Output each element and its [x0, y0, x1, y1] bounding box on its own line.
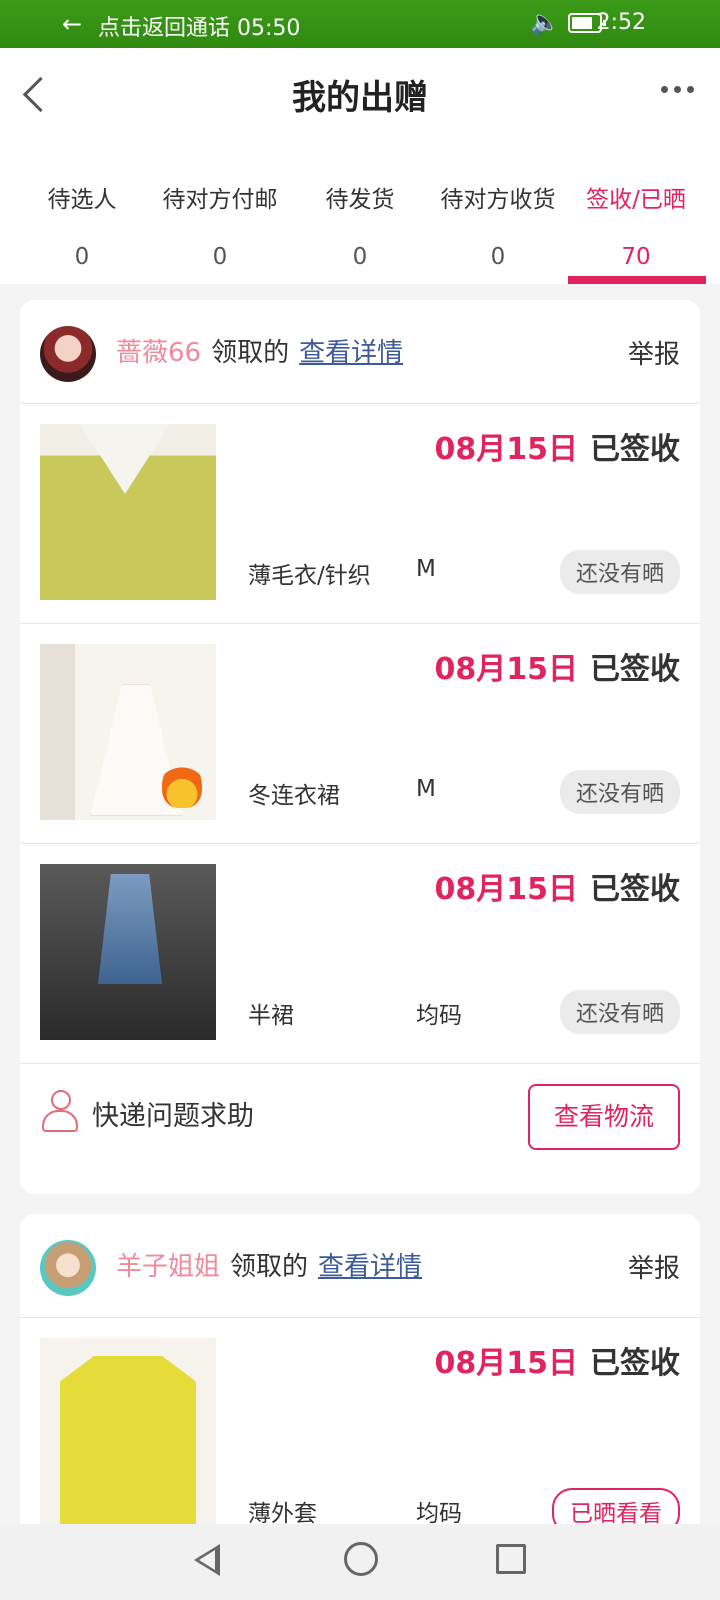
clock: 2:52: [596, 10, 646, 35]
back-arrow-icon[interactable]: ←: [62, 10, 82, 38]
tab-count: 70: [621, 244, 651, 270]
share-status-badge: 还没有晒: [559, 550, 680, 594]
list-item[interactable]: 08月15日 已签收 薄外套 均码 已晒看看: [20, 1318, 700, 1534]
system-nav-bar: [0, 1524, 720, 1600]
item-status: 已签收: [590, 432, 680, 467]
item-status: 已签收: [590, 1346, 680, 1381]
return-to-call-text[interactable]: 点击返回通话 05:50: [98, 10, 300, 42]
nav-back-icon[interactable]: [190, 1542, 226, 1578]
list-item[interactable]: 08月15日 已签收 冬连衣裙 M 还没有晒: [20, 624, 700, 844]
report-button[interactable]: 举报: [628, 1248, 680, 1285]
tab-count: 0: [490, 244, 506, 270]
avatar[interactable]: [40, 326, 96, 382]
item-status: 已签收: [590, 652, 680, 687]
item-size: 均码: [416, 1003, 462, 1029]
recipient-name[interactable]: 蔷薇66: [116, 332, 201, 369]
list-item[interactable]: 08月15日 已签收 半裙 均码 还没有晒: [20, 844, 700, 1064]
item-date: 08月15日: [434, 652, 579, 687]
nav-home-icon[interactable]: [344, 1542, 378, 1576]
item-image[interactable]: [40, 424, 216, 600]
recipient-line: 羊子姐姐 领取的 查看详情: [116, 1246, 422, 1283]
gift-card: 羊子姐姐 领取的 查看详情 举报 08月15日 已签收 薄外套 均码 已晒看看: [20, 1214, 700, 1534]
share-status-badge: 还没有晒: [559, 990, 680, 1034]
page-title: 我的出赠: [292, 78, 428, 118]
tab-label: 待选人: [47, 187, 117, 213]
card-header: 羊子姐姐 领取的 查看详情 举报: [20, 1214, 700, 1318]
item-date-status: 08月15日 已签收: [435, 1338, 681, 1382]
received-label: 领取的: [211, 338, 290, 368]
item-image[interactable]: [40, 1338, 216, 1534]
tab-count: 0: [212, 244, 228, 270]
header: 我的出赠: [0, 48, 720, 144]
list-item[interactable]: 08月15日 已签收 薄毛衣/针织 M 还没有晒: [20, 404, 700, 624]
share-status-badge: 还没有晒: [559, 770, 680, 814]
card-footer: 快递问题求助 查看物流: [20, 1064, 700, 1174]
gift-card: 蔷薇66 领取的 查看详情 举报 08月15日 已签收 薄毛衣/针织 M 还没有…: [20, 300, 700, 1194]
item-date: 08月15日: [434, 1346, 579, 1381]
view-logistics-button[interactable]: 查看物流: [528, 1084, 680, 1150]
item-size: M: [416, 776, 436, 802]
recipient-name[interactable]: 羊子姐姐: [116, 1246, 220, 1283]
volume-icon: 🔈: [530, 8, 560, 36]
report-button[interactable]: 举报: [628, 334, 680, 371]
item-size: M: [416, 556, 436, 582]
status-bar: ← 点击返回通话 05:50 🔈 2:52: [0, 0, 720, 48]
tab-pending-select[interactable]: 待选人 0: [14, 180, 150, 270]
item-image[interactable]: [40, 644, 216, 820]
tab-bar: 待选人 0 待对方付邮 0 待发货 0 待对方收货 0 签收/已晒 70: [0, 144, 720, 284]
avatar[interactable]: [40, 1240, 96, 1296]
item-category: 半裙: [248, 1003, 294, 1029]
nav-recent-icon[interactable]: [496, 1544, 526, 1574]
tab-received-shared[interactable]: 签收/已晒 70: [568, 180, 704, 270]
delivery-help-link[interactable]: 快递问题求助: [92, 1094, 254, 1133]
view-details-link[interactable]: 查看详情: [318, 1246, 422, 1283]
item-size: 均码: [416, 1501, 462, 1527]
card-header: 蔷薇66 领取的 查看详情 举报: [20, 300, 700, 404]
item-date-status: 08月15日 已签收: [435, 424, 681, 468]
received-label: 领取的: [230, 1252, 309, 1282]
item-image[interactable]: [40, 864, 216, 1040]
user-icon: [42, 1090, 78, 1132]
item-category: 冬连衣裙: [248, 783, 340, 809]
tab-label: 签收/已晒: [586, 187, 686, 213]
item-date: 08月15日: [434, 432, 579, 467]
tab-count: 0: [74, 244, 90, 270]
active-tab-indicator: [568, 276, 706, 284]
item-category: 薄毛衣/针织: [248, 563, 371, 589]
tab-label: 待对方收货: [440, 187, 556, 213]
tab-label: 待对方付邮: [162, 187, 278, 213]
tab-label: 待发货: [325, 187, 395, 213]
view-details-link[interactable]: 查看详情: [299, 332, 403, 369]
item-status: 已签收: [590, 872, 680, 907]
more-icon[interactable]: [661, 86, 694, 93]
tab-pending-ship[interactable]: 待发货 0: [292, 180, 428, 270]
item-date-status: 08月15日 已签收: [435, 644, 681, 688]
item-date: 08月15日: [434, 872, 579, 907]
item-date-status: 08月15日 已签收: [435, 864, 681, 908]
tab-pending-postage[interactable]: 待对方付邮 0: [152, 180, 288, 270]
recipient-line: 蔷薇66 领取的 查看详情: [116, 332, 403, 369]
tab-count: 0: [352, 244, 368, 270]
item-category: 薄外套: [248, 1501, 317, 1527]
tab-pending-receipt[interactable]: 待对方收货 0: [430, 180, 566, 270]
